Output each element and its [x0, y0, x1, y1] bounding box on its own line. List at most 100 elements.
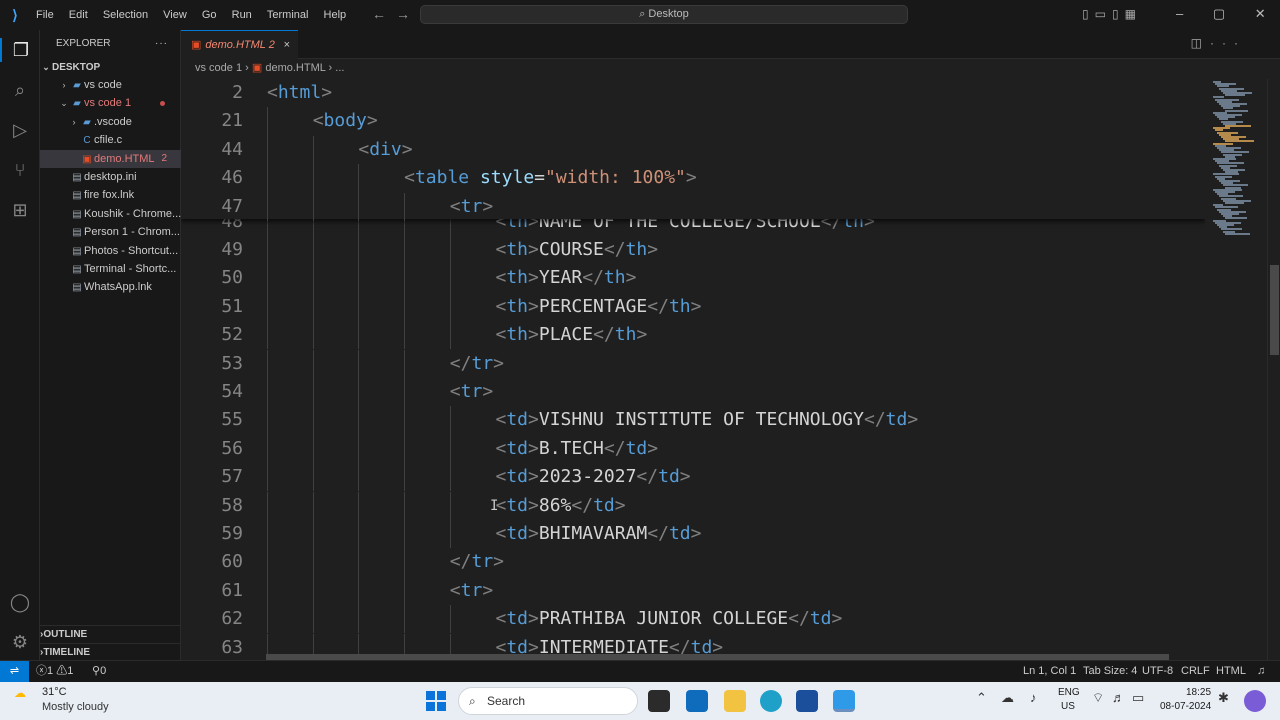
code-line[interactable]: 50 <th>YEAR</th>	[181, 264, 1205, 293]
notification-icon[interactable]: ✱	[1218, 690, 1229, 706]
minimap[interactable]	[1205, 79, 1267, 660]
maximize-icon[interactable]: ▢	[1213, 6, 1225, 21]
microphone-icon[interactable]: ♪	[1030, 690, 1037, 705]
problems-indicator[interactable]: ⓧ1 ⚠1	[36, 661, 73, 682]
code-line[interactable]: 51 <th>PERCENTAGE</th>	[181, 292, 1205, 322]
tree-item-vs-code[interactable]: › ▰ vs code	[40, 76, 181, 94]
more-actions-icon[interactable]: ···	[1210, 36, 1246, 50]
tree-item-cfile-c[interactable]: Ccfile.c	[40, 131, 181, 149]
code-editor[interactable]: 48 <th>NAME OF THE COLLEGE/SCHOOL</th> 49 <…	[181, 79, 1205, 660]
menu-file[interactable]: File	[36, 9, 54, 21]
close-tab-icon[interactable]: ×	[284, 31, 290, 59]
code-line[interactable]: 21 <body>	[181, 107, 1205, 136]
workspace-root[interactable]: ⌄ DESKTOP	[40, 58, 181, 76]
scroll-thumb[interactable]	[1270, 265, 1279, 355]
close-window-icon[interactable]: ✕	[1255, 6, 1266, 21]
wifi-icon[interactable]: ⌔	[1092, 690, 1104, 706]
code-line[interactable]: 61 <tr>	[181, 576, 1205, 606]
timeline-section[interactable]: ›TIMELINE	[40, 643, 181, 661]
taskbar-search[interactable]: ⌕ Search	[458, 687, 638, 715]
extensions-icon[interactable]: ⊞	[8, 198, 32, 222]
notifications-bell-icon[interactable]: ♫	[1257, 661, 1265, 682]
account-icon[interactable]: ◯	[8, 590, 32, 614]
tab-demo-html[interactable]: ▣ demo.HTML 2 ×	[181, 30, 298, 59]
code-line[interactable]: 57 <td>2023-2027</td>	[181, 463, 1205, 492]
language-mode[interactable]: HTML	[1216, 661, 1246, 682]
clock-time[interactable]: 18:25	[1186, 687, 1211, 698]
code-line[interactable]: 53 </tr>	[181, 349, 1205, 378]
line-ending[interactable]: CRLF	[1181, 661, 1210, 682]
settings-gear-icon[interactable]: ⚙	[8, 630, 32, 654]
menu-run[interactable]: Run	[232, 9, 252, 21]
code-line[interactable]: 54 <tr>	[181, 377, 1205, 407]
source-control-icon[interactable]: ⑂	[8, 158, 32, 182]
tree-item-vscode[interactable]: › ▰ .vscode	[40, 113, 181, 131]
windows-start-icon[interactable]	[426, 691, 446, 711]
code-line[interactable]: 52 <th>PLACE</th>	[181, 321, 1205, 350]
code-line[interactable]: 62 <td>PRATHIBA JUNIOR COLLEGE</td>	[181, 605, 1205, 634]
language-indicator-bottom[interactable]: US	[1061, 701, 1075, 712]
file-explorer-icon[interactable]	[724, 690, 746, 712]
outlook-icon[interactable]	[686, 690, 708, 712]
code-line[interactable]: 47 <tr>	[181, 192, 1205, 221]
vertical-scrollbar[interactable]	[1267, 79, 1280, 660]
search-icon[interactable]: ⌕	[8, 78, 32, 102]
breadcrumb-more[interactable]: ...	[335, 62, 344, 74]
code-line[interactable]: 44 <div>	[181, 135, 1205, 165]
menu-selection[interactable]: Selection	[103, 9, 148, 21]
code-line[interactable]: 55 <td>VISHNU INSTITUTE OF TECHNOLOGY</td…	[181, 406, 1205, 435]
volume-icon[interactable]: ♬	[1112, 690, 1125, 705]
code-line[interactable]: 60 </tr>	[181, 548, 1205, 577]
menu-view[interactable]: View	[163, 9, 187, 21]
copilot-icon[interactable]	[1244, 690, 1266, 712]
remote-indicator-icon[interactable]: ⇌	[0, 661, 29, 682]
explorer-icon[interactable]: ❐	[0, 38, 40, 62]
menu-terminal[interactable]: Terminal	[267, 9, 309, 21]
menu-go[interactable]: Go	[202, 9, 217, 21]
code-line[interactable]: 56 <td>B.TECH</td>	[181, 434, 1205, 464]
minimize-icon[interactable]: –	[1176, 6, 1183, 21]
breadcrumb-folder[interactable]: vs code 1	[195, 62, 242, 74]
code-line[interactable]: 59 <td>BHIMAVARAM</td>	[181, 519, 1205, 549]
code-line[interactable]: 49 <th>COURSE</th>	[181, 235, 1205, 265]
customize-layout-icon[interactable]: ▦	[1125, 7, 1142, 21]
tree-item-koushik-chrome[interactable]: ▤ Koushik - Chrome...	[40, 205, 181, 223]
toggle-secondary-sidebar-icon[interactable]: ▯	[1112, 7, 1125, 21]
tree-item-demo-html[interactable]: ▣ demo.HTML 2	[40, 149, 181, 168]
back-arrow-icon[interactable]: ←	[372, 6, 396, 22]
weather-cloud-sun-icon[interactable]: ☁	[14, 686, 26, 700]
outline-section[interactable]: ›OUTLINE	[40, 625, 181, 643]
edge-browser-icon[interactable]	[760, 690, 782, 712]
tree-item-terminal-shortc[interactable]: ▤ Terminal - Shortc...	[40, 260, 181, 278]
more-actions-icon[interactable]: ···	[155, 30, 168, 58]
toggle-panel-icon[interactable]: ▭	[1095, 7, 1112, 21]
tab-size[interactable]: Tab Size: 4	[1083, 661, 1137, 682]
forward-arrow-icon[interactable]: →	[396, 6, 420, 22]
tree-item-whatsapp-lnk[interactable]: ▤ WhatsApp.lnk	[40, 278, 181, 296]
tree-item-vs-code-1[interactable]: ⌄ ▰ vs code 1	[40, 94, 181, 112]
tree-item-desktop-ini[interactable]: ▤ desktop.ini	[40, 168, 181, 186]
run-debug-icon[interactable]: ▷	[8, 118, 32, 142]
tree-item-photos-shortcut[interactable]: ▤ Photos - Shortcut...	[40, 242, 181, 260]
split-editor-icon[interactable]: ◫	[1191, 36, 1210, 50]
command-center[interactable]: ⌕ Desktop	[420, 5, 908, 24]
menu-edit[interactable]: Edit	[69, 9, 88, 21]
cursor-position[interactable]: Ln 1, Col 1	[1023, 661, 1076, 682]
microsoft-store-icon[interactable]	[796, 690, 818, 712]
show-hidden-icons-chevron-icon[interactable]: ⌃	[976, 690, 987, 706]
ports-indicator[interactable]: ⚲0	[92, 661, 106, 682]
onedrive-cloud-icon[interactable]: ☁	[1001, 690, 1014, 706]
tree-item-person-1-chrom[interactable]: ▤ Person 1 - Chrom...	[40, 223, 181, 241]
code-line[interactable]: 58 <td>86%</td>	[181, 491, 1205, 520]
code-line[interactable]: 2 <html>	[181, 79, 1205, 107]
vscode-taskbar-icon[interactable]	[833, 690, 855, 712]
battery-icon[interactable]: ▭	[1132, 690, 1144, 706]
clock-date[interactable]: 08-07-2024	[1160, 701, 1211, 712]
encoding[interactable]: UTF-8	[1142, 661, 1173, 682]
tree-item-fire-fox-lnk[interactable]: ▤ fire fox.lnk	[40, 186, 181, 204]
toggle-primary-sidebar-icon[interactable]: ▯	[1082, 7, 1095, 21]
language-indicator-top[interactable]: ENG	[1058, 687, 1080, 698]
code-line[interactable]: 46 <table style="width: 100%">	[181, 164, 1205, 193]
menu-help[interactable]: Help	[324, 9, 347, 21]
task-view-icon[interactable]	[648, 690, 670, 712]
